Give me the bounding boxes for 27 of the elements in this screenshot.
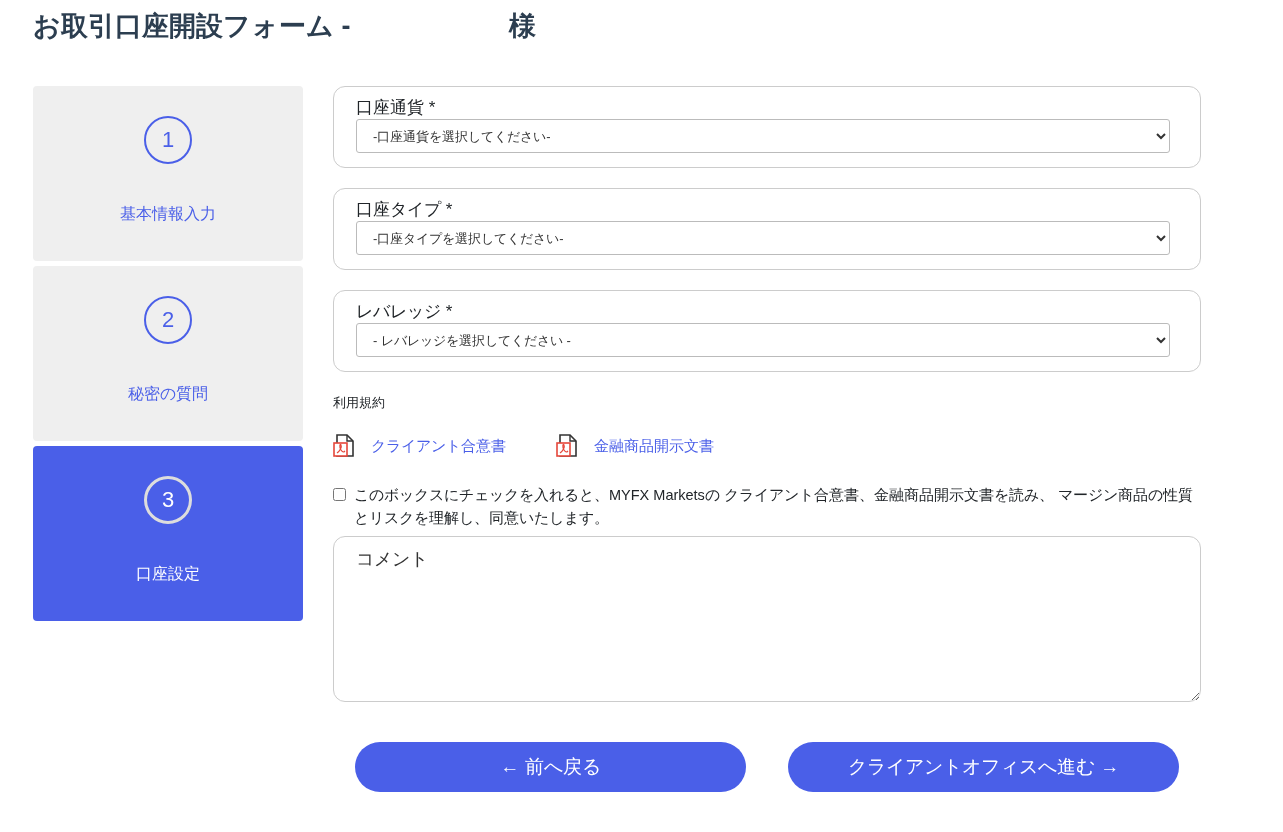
terms-heading: 利用規約 xyxy=(333,394,385,412)
step-label: 秘密の質問 xyxy=(128,384,208,404)
step-card[interactable]: 3 口座設定 xyxy=(33,446,303,621)
step-number: 1 xyxy=(144,116,192,164)
nav-button[interactable]: ← 前へ戻る xyxy=(355,742,746,792)
step-number: 3 xyxy=(144,476,192,524)
nav-button[interactable]: クライアントオフィスへ進む → xyxy=(788,742,1179,792)
comment-field[interactable]: コメント xyxy=(333,536,1201,702)
step-label: 基本情報入力 xyxy=(120,204,216,224)
step-card[interactable]: 2 秘密の質問 xyxy=(33,266,303,441)
select-field[interactable]: -口座通貨を選択してください- xyxy=(356,119,1170,153)
step-number: 2 xyxy=(144,296,192,344)
document-link[interactable]: クライアント合意書 xyxy=(371,436,506,456)
pdf-icon xyxy=(556,434,578,458)
step-card[interactable]: 1 基本情報入力 xyxy=(33,86,303,261)
title-suffix: 様 xyxy=(508,10,536,43)
field-label: 口座タイプ * xyxy=(356,199,454,221)
page-title: お取引口座開設フォーム - xyxy=(33,10,351,43)
pdf-icon xyxy=(333,434,355,458)
document-link[interactable]: 金融商品開示文書 xyxy=(594,436,714,456)
select-field[interactable]: -口座タイプを選択してください- xyxy=(356,221,1170,255)
step-label: 口座設定 xyxy=(136,564,200,584)
select-field[interactable]: - レバレッジを選択してください - xyxy=(356,323,1170,357)
agreement-checkbox[interactable] xyxy=(333,488,346,501)
field-label: 口座通貨 * xyxy=(356,97,437,119)
field-label: レバレッジ * xyxy=(356,301,454,323)
agreement-text: このボックスにチェックを入れると、MYFX Marketsの クライアント合意書、金融商品開示文書を読み、 マージン商品の性質とリスクを理解し、同意いたします。 xyxy=(354,486,1194,528)
